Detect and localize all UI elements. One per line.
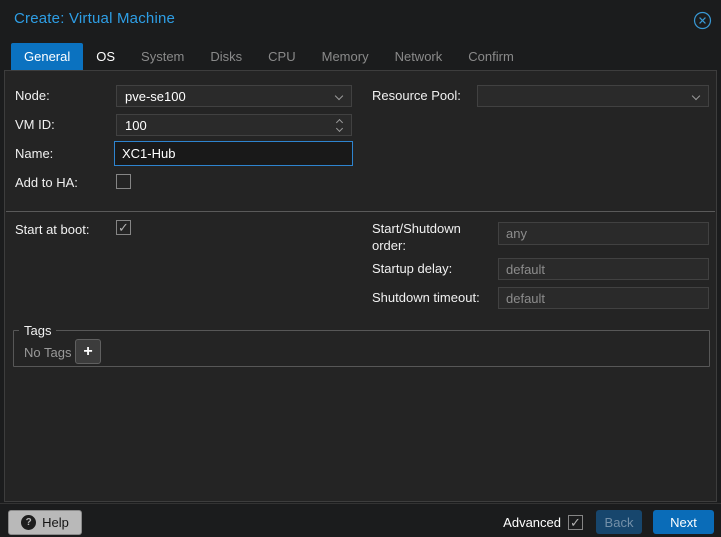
tab-disks: Disks	[197, 43, 255, 70]
start-at-boot-checkbox[interactable]: ✓	[116, 220, 131, 235]
chevron-down-icon	[692, 92, 700, 100]
help-button-label: Help	[42, 515, 69, 530]
wizard-tabbar: General OS System Disks CPU Memory Netwo…	[11, 43, 527, 70]
add-to-ha-label: Add to HA:	[15, 175, 78, 190]
add-to-ha-checkbox[interactable]	[116, 174, 131, 189]
dialog-title: Create: Virtual Machine	[14, 10, 175, 27]
name-input[interactable]	[114, 141, 353, 166]
checkbox-check-glyph: ✓	[118, 221, 129, 234]
start-at-boot-label: Start at boot:	[15, 222, 89, 237]
tab-system: System	[128, 43, 197, 70]
tab-cpu: CPU	[255, 43, 308, 70]
next-button[interactable]: Next	[653, 510, 714, 534]
name-label: Name:	[15, 146, 53, 161]
tags-fieldset: Tags No Tags +	[13, 323, 710, 367]
close-icon	[693, 17, 712, 34]
help-icon: ?	[21, 515, 36, 530]
back-button: Back	[596, 510, 642, 534]
footer-actions: Advanced ✓ Back Next	[503, 510, 714, 534]
spinner-down-icon[interactable]	[336, 125, 343, 132]
advanced-checkbox[interactable]: ✓	[568, 515, 583, 530]
shutdown-timeout-input[interactable]	[498, 287, 709, 309]
checkbox-check-glyph: ✓	[570, 516, 581, 529]
node-select[interactable]: pve-se100	[116, 85, 352, 107]
dialog-footer: ? Help Advanced ✓ Back Next	[0, 503, 721, 537]
vmid-spinner[interactable]: 100	[116, 114, 352, 136]
startup-delay-input[interactable]	[498, 258, 709, 280]
node-value: pve-se100	[125, 89, 186, 104]
general-tab-panel: Node: pve-se100 Resource Pool: VM ID: 10…	[4, 70, 717, 502]
node-label: Node:	[15, 88, 50, 103]
tab-network: Network	[382, 43, 456, 70]
close-button[interactable]	[693, 11, 712, 30]
tags-legend: Tags	[19, 323, 56, 338]
resource-pool-select[interactable]	[477, 85, 709, 107]
help-button[interactable]: ? Help	[8, 510, 82, 535]
tab-os[interactable]: OS	[83, 43, 128, 70]
vmid-value: 100	[125, 118, 147, 133]
shutdown-timeout-label: Shutdown timeout:	[372, 290, 480, 305]
startup-order-input[interactable]	[498, 222, 709, 245]
tab-general[interactable]: General	[11, 43, 83, 70]
plus-icon: +	[83, 343, 92, 361]
no-tags-text: No Tags	[24, 345, 71, 360]
startup-order-label: Start/Shutdown order:	[372, 220, 494, 254]
section-divider	[6, 211, 715, 212]
chevron-down-icon	[335, 92, 343, 100]
tab-memory: Memory	[309, 43, 382, 70]
advanced-label: Advanced	[503, 515, 561, 530]
vmid-label: VM ID:	[15, 117, 55, 132]
startup-delay-label: Startup delay:	[372, 261, 452, 276]
resource-pool-label: Resource Pool:	[372, 88, 461, 103]
tab-confirm: Confirm	[455, 43, 527, 70]
add-tag-button[interactable]: +	[75, 339, 101, 364]
create-vm-dialog: Create: Virtual Machine General OS Syste…	[0, 0, 721, 537]
